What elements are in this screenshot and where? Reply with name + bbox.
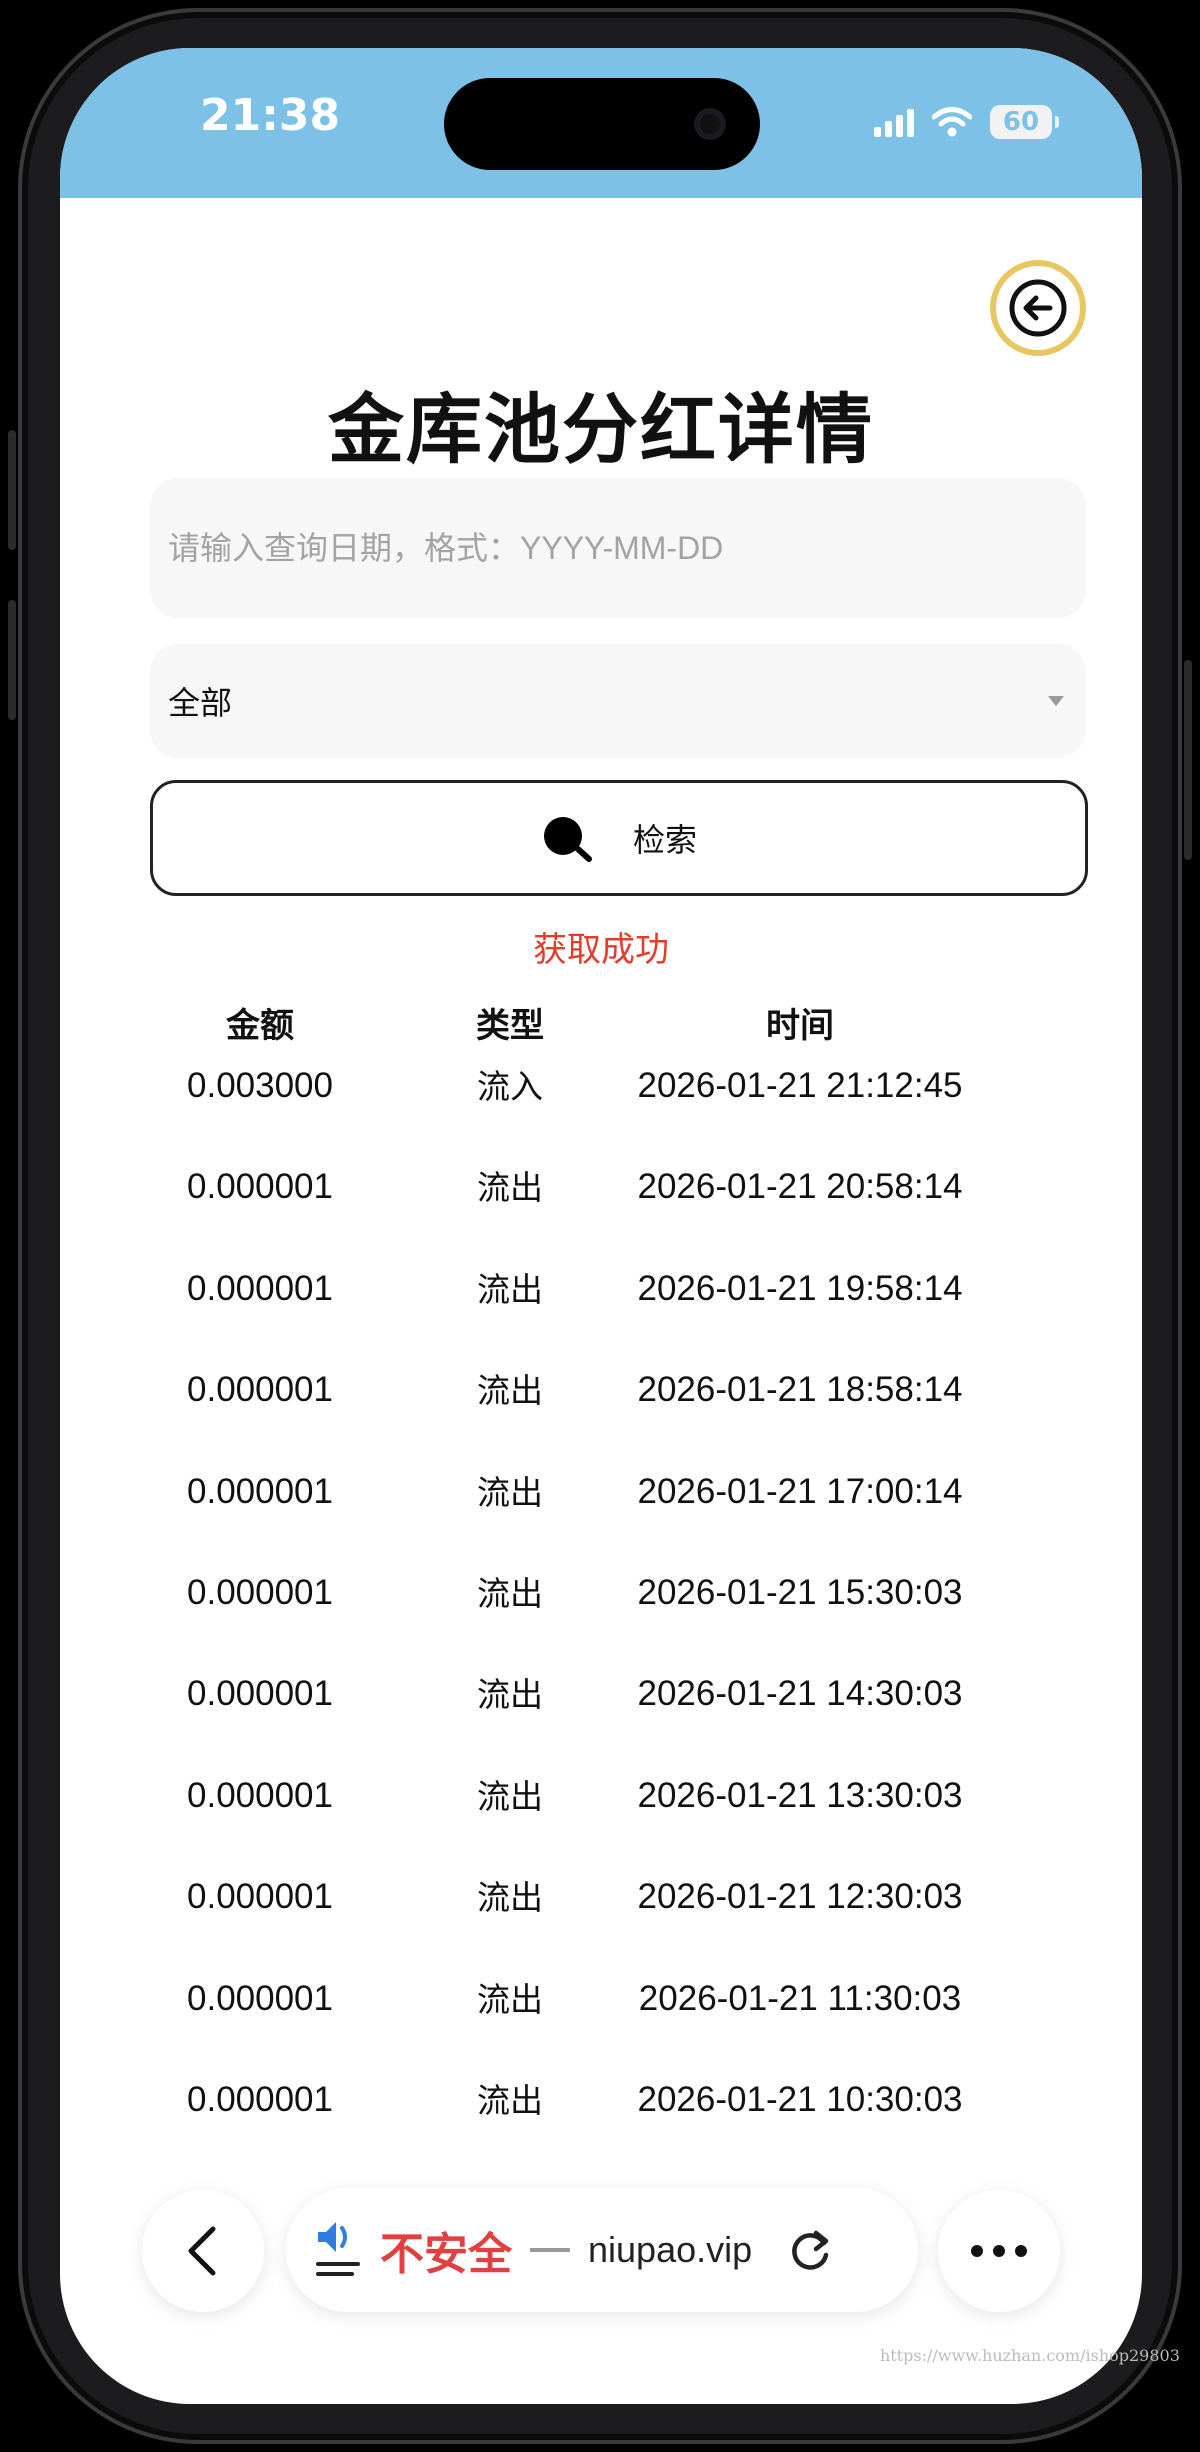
type-select[interactable]: 全部 — [150, 644, 1086, 758]
address-bar[interactable]: 不安全 niupao.vip — [286, 2188, 918, 2312]
browser-back-button[interactable] — [142, 2190, 264, 2312]
security-label: 不安全 — [380, 2229, 512, 2280]
table-row: 0.000001 流出 2026-01-21 10:30:03 — [60, 2072, 1142, 2158]
power-button — [1184, 660, 1192, 860]
chevron-left-icon — [188, 2226, 216, 2276]
volume-down-button — [8, 600, 16, 720]
time-cell: 2026-01-21 18:58:14 — [637, 1370, 963, 1410]
phone-screen: 21:38 60 金库池分红详情 全部 检索 — [60, 48, 1142, 2404]
amount-cell: 0.000001 — [187, 1978, 333, 2018]
time-cell: 2026-01-21 14:30:03 — [637, 1674, 963, 1714]
time-cell: 2026-01-21 21:12:45 — [637, 1066, 963, 1105]
type-cell: 流入 — [477, 1067, 543, 1106]
camera-icon — [694, 108, 726, 140]
battery-icon: 60 — [990, 105, 1059, 139]
status-bar: 21:38 60 — [60, 48, 1142, 198]
type-cell: 流出 — [477, 1269, 543, 1309]
back-button[interactable] — [996, 266, 1080, 350]
table-body[interactable]: 0.003000 流入 2026-01-21 21:12:45 0.000001 流出 2… — [60, 1058, 1142, 2158]
status-time: 21:38 — [200, 90, 341, 141]
browser-toolbar: 不安全 niupao.vip — [60, 2188, 1142, 2328]
separator-dash — [530, 2248, 570, 2252]
amount-cell: 0.000001 — [187, 2079, 333, 2119]
time-cell: 2026-01-21 13:30:03 — [637, 1775, 963, 1815]
time-cell: 2026-01-21 15:30:03 — [637, 1572, 963, 1612]
amount-cell: 0.000001 — [187, 1775, 333, 1815]
table-row: 0.000001 流出 2026-01-21 19:58:14 — [60, 1261, 1142, 1362]
table-row: 0.000001 流出 2026-01-21 15:30:03 — [60, 1565, 1142, 1666]
amount-cell: 0.000001 — [187, 1370, 333, 1410]
status-message: 获取成功 — [533, 930, 669, 970]
column-header-type: 类型 — [476, 1006, 544, 1046]
amount-cell: 0.003000 — [187, 1066, 333, 1105]
type-cell: 流出 — [477, 1776, 543, 1816]
amount-cell: 0.000001 — [187, 1877, 333, 1917]
wifi-icon — [932, 107, 972, 137]
type-cell: 流出 — [477, 1573, 543, 1613]
table-row: 0.003000 流入 2026-01-21 21:12:45 — [60, 1058, 1142, 1159]
page-title: 金库池分红详情 — [328, 385, 874, 474]
time-cell: 2026-01-21 19:58:14 — [637, 1268, 963, 1308]
search-button-label: 检索 — [632, 821, 697, 859]
reload-icon[interactable] — [788, 2225, 834, 2275]
domain-label: niupao.vip — [588, 2229, 753, 2270]
type-cell: 流出 — [477, 1472, 543, 1512]
time-cell: 2026-01-21 12:30:03 — [637, 1877, 963, 1917]
dynamic-island — [444, 78, 760, 170]
caret-down-icon — [1048, 696, 1064, 706]
time-cell: 2026-01-21 10:30:03 — [637, 2079, 963, 2119]
signal-icon — [874, 107, 914, 137]
search-button[interactable]: 检索 — [150, 780, 1088, 896]
amount-cell: 0.000001 — [187, 1471, 333, 1511]
amount-cell: 0.000001 — [187, 1674, 333, 1714]
time-cell: 2026-01-21 17:00:14 — [637, 1471, 963, 1511]
type-cell: 流出 — [477, 1168, 543, 1208]
watermark: https://www.huzhan.com/ishop29803 — [880, 2346, 1180, 2365]
status-icons: 60 — [874, 102, 1059, 142]
amount-cell: 0.000001 — [187, 1268, 333, 1308]
table-row: 0.000001 流出 2026-01-21 17:00:14 — [60, 1464, 1142, 1565]
type-cell: 流出 — [477, 1371, 543, 1411]
more-dots-icon — [971, 2245, 1027, 2257]
speaker-icon — [316, 2222, 360, 2276]
table-header: 金额 类型 时间 — [60, 998, 1142, 1048]
time-cell: 2026-01-21 20:58:14 — [637, 1167, 963, 1207]
type-cell: 流出 — [477, 2080, 543, 2120]
table-row: 0.000001 流出 2026-01-21 13:30:03 — [60, 1768, 1142, 1869]
table-row: 0.000001 流出 2026-01-21 12:30:03 — [60, 1869, 1142, 1970]
amount-cell: 0.000001 — [187, 1167, 333, 1207]
table-row: 0.000001 流出 2026-01-21 11:30:03 — [60, 1971, 1142, 2072]
table-row: 0.000001 流出 2026-01-21 20:58:14 — [60, 1159, 1142, 1260]
amount-cell: 0.000001 — [187, 1572, 333, 1612]
magnifier-icon — [543, 817, 592, 862]
date-query-input[interactable] — [150, 478, 1086, 618]
table-row: 0.000001 流出 2026-01-21 14:30:03 — [60, 1666, 1142, 1767]
more-button[interactable] — [938, 2190, 1060, 2312]
volume-up-button — [8, 430, 16, 550]
time-cell: 2026-01-21 11:30:03 — [638, 1978, 962, 2018]
type-cell: 流出 — [477, 1878, 543, 1918]
type-cell: 流出 — [477, 1675, 543, 1715]
type-cell: 流出 — [477, 1979, 543, 2019]
column-header-time: 时间 — [766, 1006, 834, 1046]
table-row: 0.000001 流出 2026-01-21 18:58:14 — [60, 1362, 1142, 1463]
arrow-left-circle-icon — [1009, 279, 1067, 337]
column-header-amount: 金额 — [226, 1006, 294, 1046]
type-select-value: 全部 — [168, 684, 233, 722]
